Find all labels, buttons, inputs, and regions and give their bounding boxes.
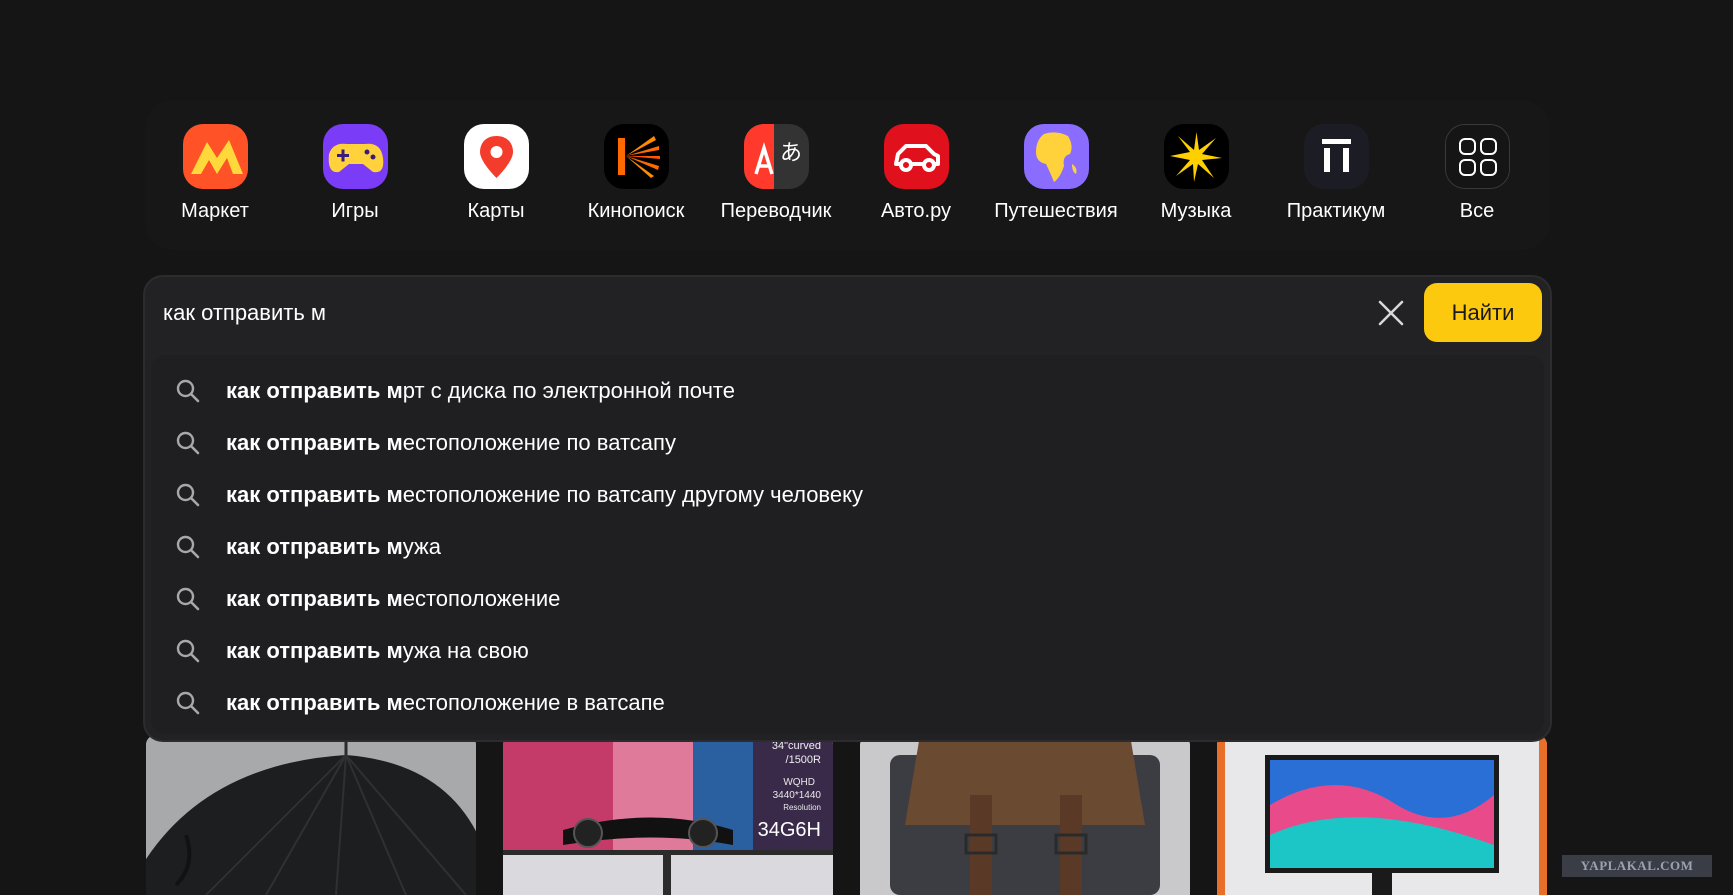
- suggestion-match: как отправить м: [226, 638, 403, 663]
- autoru-icon: [883, 124, 949, 189]
- service-maps[interactable]: Карты: [426, 124, 566, 234]
- suggestion-item[interactable]: как отправить мужа: [151, 521, 1544, 573]
- monitor-model: 34G6H: [758, 819, 821, 841]
- search-icon: [175, 482, 201, 508]
- search-input[interactable]: [163, 293, 1363, 333]
- practicum-icon: [1303, 124, 1369, 189]
- service-label: Музыка: [1160, 200, 1232, 222]
- feed-strip: 34"curved /1500R WQHD 3440*1440 Resoluti…: [146, 735, 1547, 895]
- service-label: Игры: [331, 200, 379, 222]
- service-travel[interactable]: Путешествия: [986, 124, 1126, 234]
- suggestion-item[interactable]: как отправить мрт с диска по электронной…: [151, 365, 1544, 417]
- suggestion-match: как отправить м: [226, 482, 403, 507]
- suggestion-rest: естоположение по ватсапу другому человек…: [402, 482, 863, 507]
- feed-card-umbrella[interactable]: [146, 735, 476, 895]
- games-icon: [322, 124, 388, 189]
- suggestion-text: как отправить мужа на свою: [226, 638, 529, 664]
- search-icon: [175, 638, 201, 664]
- suggestion-match: как отправить м: [226, 430, 403, 455]
- suggestion-item[interactable]: как отправить местоположение: [151, 573, 1544, 625]
- suggestion-item[interactable]: как отправить местоположение по ватсапу: [151, 417, 1544, 469]
- search-panel: Найти как отправить мрт с диска по элект…: [143, 275, 1552, 742]
- search-icon: [175, 378, 201, 404]
- suggestion-rest: естоположение: [402, 586, 561, 611]
- monitor-spec-line: /1500R: [786, 754, 822, 766]
- market-icon: [182, 124, 248, 189]
- service-label: Карты: [467, 200, 525, 222]
- service-all[interactable]: Все: [1407, 124, 1547, 234]
- service-label: Маркет: [181, 200, 249, 222]
- search-icon: [175, 690, 201, 716]
- all-services-icon: [1444, 124, 1510, 189]
- clear-button[interactable]: [1371, 293, 1411, 333]
- suggestion-rest: ужа: [402, 534, 441, 559]
- search-bar: Найти: [151, 283, 1544, 343]
- monitor-spec-line: 3440*1440: [773, 790, 822, 801]
- suggestion-match: как отправить м: [226, 586, 403, 611]
- service-practicum[interactable]: Практикум: [1266, 124, 1406, 234]
- svg-text:あ: あ: [780, 141, 802, 166]
- suggestion-item[interactable]: как отправить местоположение в ватсапе: [151, 677, 1544, 729]
- service-label: Авто.ру: [880, 200, 952, 222]
- suggestion-item[interactable]: как отправить местоположение по ватсапу …: [151, 469, 1544, 521]
- close-icon: [1378, 300, 1404, 326]
- kinopoisk-icon: [603, 124, 669, 189]
- services-bar: Маркет Игры Карты Кинопоиск あ Переводчик…: [145, 100, 1550, 250]
- suggestion-text: как отправить местоположение: [226, 586, 560, 612]
- music-icon: [1163, 124, 1229, 189]
- service-label: Кинопоиск: [587, 200, 685, 222]
- suggestion-text: как отправить мужа: [226, 534, 441, 560]
- suggestion-match: как отправить м: [226, 690, 403, 715]
- suggestion-rest: ужа на свою: [402, 638, 529, 663]
- service-label: Все: [1459, 200, 1495, 222]
- leather-bag-image: [860, 735, 1190, 895]
- search-icon: [175, 430, 201, 456]
- feed-card-curved-monitor[interactable]: 34"curved /1500R WQHD 3440*1440 Resoluti…: [503, 735, 833, 895]
- suggestion-rest: естоположение в ватсапе: [402, 690, 665, 715]
- suggestion-item[interactable]: как отправить мужа на свою: [151, 625, 1544, 677]
- service-autoru[interactable]: Авто.ру: [846, 124, 986, 234]
- suggestion-text: как отправить мрт с диска по электронной…: [226, 378, 735, 404]
- monitor-spec-line: WQHD: [783, 777, 815, 788]
- suggestion-text: как отправить местоположение по ватсапу …: [226, 482, 863, 508]
- service-kinopoisk[interactable]: Кинопоиск: [566, 124, 706, 234]
- service-games[interactable]: Игры: [285, 124, 425, 234]
- watermark: YAPLAKAL.COM: [1562, 855, 1712, 877]
- suggestion-match: как отправить м: [226, 534, 403, 559]
- search-icon: [175, 586, 201, 612]
- suggestions-list: как отправить мрт с диска по электронной…: [151, 355, 1544, 734]
- search-button[interactable]: Найти: [1424, 283, 1542, 342]
- translator-icon: あ: [743, 124, 809, 189]
- feed-card-leather-bag[interactable]: [860, 735, 1190, 895]
- suggestion-rest: естоположение по ватсапу: [402, 430, 676, 455]
- monitor-image: [1217, 735, 1547, 895]
- umbrella-image: [146, 735, 476, 895]
- suggestion-text: как отправить местоположение по ватсапу: [226, 430, 676, 456]
- maps-icon: [463, 124, 529, 189]
- suggestion-match: как отправить м: [226, 378, 403, 403]
- service-market[interactable]: Маркет: [145, 124, 285, 234]
- suggestion-text: как отправить местоположение в ватсапе: [226, 690, 665, 716]
- service-translator[interactable]: あ Переводчик: [706, 124, 846, 234]
- service-label: Практикум: [1286, 200, 1386, 222]
- travel-icon: [1023, 124, 1089, 189]
- suggestion-rest: рт с диска по электронной почте: [402, 378, 735, 403]
- service-label: Путешествия: [994, 200, 1118, 222]
- search-icon: [175, 534, 201, 560]
- service-label: Переводчик: [720, 200, 832, 222]
- service-music[interactable]: Музыка: [1126, 124, 1266, 234]
- monitor-spec-line: Resolution: [783, 803, 821, 812]
- feed-card-monitor[interactable]: [1217, 735, 1547, 895]
